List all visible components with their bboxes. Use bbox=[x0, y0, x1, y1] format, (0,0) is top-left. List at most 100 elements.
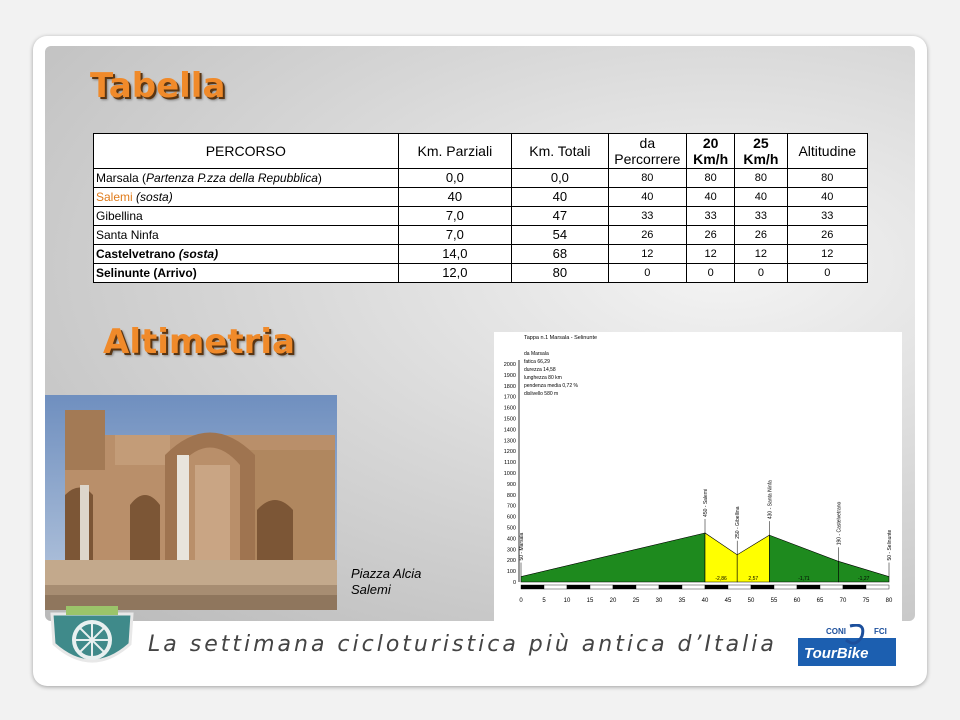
row-da-percorrere: 80 bbox=[607, 168, 688, 188]
y-tick-label: 2000 bbox=[504, 362, 516, 368]
scale-bar-segment bbox=[566, 584, 591, 590]
bike-club-logo bbox=[46, 606, 138, 672]
caption-place: Piazza Alcia bbox=[351, 566, 422, 581]
point-label: 190 - Castelvetrano bbox=[836, 501, 842, 545]
row-km-totali: 68 bbox=[511, 244, 609, 264]
gradient-label: 2,57 bbox=[748, 576, 758, 582]
row-km-parziali: 40 bbox=[397, 187, 513, 207]
stage-info-line: pendenza media 0,72 % bbox=[524, 383, 578, 389]
row-altitudine: 12 bbox=[786, 244, 869, 264]
y-tick-label: 900 bbox=[507, 482, 516, 488]
x-tick-label: 70 bbox=[840, 598, 847, 604]
row-da-percorrere: 26 bbox=[607, 225, 688, 245]
table-row: Castelvetrano (sosta) 14,0 68 12 12 12 1… bbox=[93, 244, 869, 264]
y-tick-label: 1500 bbox=[504, 417, 516, 423]
y-tick-label: 700 bbox=[507, 504, 516, 510]
scale-bar-segment bbox=[589, 584, 614, 590]
x-tick-label: 60 bbox=[794, 598, 801, 604]
scale-bar-segment bbox=[727, 584, 752, 590]
header-20kmh: 20 Km/h bbox=[686, 133, 736, 169]
row-km-parziali: 14,0 bbox=[397, 244, 513, 264]
scale-bar-segment bbox=[842, 584, 867, 590]
x-tick-label: 75 bbox=[863, 598, 870, 604]
point-label: 50 - Selinunte bbox=[887, 529, 893, 560]
scale-bar-segment bbox=[819, 584, 844, 590]
row-20kmh: 0 bbox=[686, 263, 736, 283]
row-25kmh: 80 bbox=[734, 168, 788, 188]
row-name-main: Castelvetrano bbox=[96, 247, 176, 261]
scale-bar-segment bbox=[773, 584, 798, 590]
row-km-totali: 47 bbox=[511, 206, 609, 226]
table-row: Gibellina 7,0 47 33 33 33 33 bbox=[93, 206, 869, 226]
stage-info-line: dislivello 580 m bbox=[524, 391, 558, 397]
x-tick-label: 20 bbox=[610, 598, 617, 604]
row-km-totali: 0,0 bbox=[511, 168, 609, 188]
row-name-main: Marsala bbox=[96, 171, 139, 185]
header-20: 20 bbox=[702, 135, 719, 151]
tagline: La settimana cicloturistica più antica d… bbox=[148, 632, 777, 657]
stage-info-line: lunghezza 80 km bbox=[524, 375, 562, 381]
y-tick-label: 500 bbox=[507, 526, 516, 532]
x-tick-label: 25 bbox=[633, 598, 640, 604]
y-tick-label: 1800 bbox=[504, 384, 516, 390]
row-altitudine: 26 bbox=[786, 225, 869, 245]
y-tick-label: 300 bbox=[507, 547, 516, 553]
scale-bar-segment bbox=[635, 584, 660, 590]
y-tick-label: 1200 bbox=[504, 449, 516, 455]
row-20kmh: 80 bbox=[686, 168, 736, 188]
logo-fci-text: FCI bbox=[874, 627, 887, 636]
table-row: Marsala (Partenza P.zza della Repubblica… bbox=[93, 168, 869, 188]
row-km-parziali: 7,0 bbox=[397, 225, 513, 245]
caption-city: Salemi bbox=[351, 582, 391, 597]
x-tick-label: 50 bbox=[748, 598, 755, 604]
row-25kmh: 33 bbox=[734, 206, 788, 226]
row-name: Gibellina bbox=[93, 206, 399, 226]
x-tick-label: 65 bbox=[817, 598, 824, 604]
row-name-note: Partenza P.zza della Repubblica bbox=[146, 171, 318, 185]
header-km-parziali: Km. Parziali bbox=[397, 133, 513, 169]
x-tick-label: 40 bbox=[702, 598, 709, 604]
y-tick-label: 1600 bbox=[504, 406, 516, 412]
row-name-main: Salemi bbox=[96, 190, 133, 204]
gradient-label: -1,71 bbox=[798, 576, 810, 582]
scale-bar-segment bbox=[520, 584, 545, 590]
tourbike-logo: CONI FCI TourBike bbox=[796, 623, 898, 668]
row-da-percorrere: 12 bbox=[607, 244, 688, 264]
row-da-percorrere: 0 bbox=[607, 263, 688, 283]
scale-bar-segment bbox=[658, 584, 683, 590]
y-tick-label: 100 bbox=[507, 569, 516, 575]
y-tick-label: 0 bbox=[513, 580, 516, 586]
point-label: 450 - Salemi bbox=[703, 489, 709, 517]
x-tick-label: 55 bbox=[771, 598, 778, 604]
header-20-unit: Km/h bbox=[693, 151, 729, 167]
header-25kmh: 25 Km/h bbox=[734, 133, 788, 169]
row-25kmh: 26 bbox=[734, 225, 788, 245]
route-table: PERCORSO Km. Parziali Km. Totali da Perco… bbox=[93, 133, 869, 283]
point-label: 250 - Gibellina bbox=[735, 506, 741, 538]
row-km-totali: 54 bbox=[511, 225, 609, 245]
x-tick-label: 5 bbox=[542, 598, 546, 604]
x-tick-label: 80 bbox=[886, 598, 893, 604]
row-da-percorrere: 33 bbox=[607, 206, 688, 226]
point-label: 430 - Santa Ninfa bbox=[767, 480, 773, 519]
header-25: 25 bbox=[753, 135, 769, 151]
logo-coni-text: CONI bbox=[826, 627, 846, 636]
table-row: Santa Ninfa 7,0 54 26 26 26 26 bbox=[93, 225, 869, 245]
x-tick-label: 45 bbox=[725, 598, 732, 604]
header-altitudine: Altitudine bbox=[786, 133, 869, 169]
x-tick-label: 10 bbox=[564, 598, 571, 604]
y-tick-label: 800 bbox=[507, 493, 516, 499]
row-name-sep: ( bbox=[138, 171, 147, 185]
row-20kmh: 26 bbox=[686, 225, 736, 245]
y-tick-label: 600 bbox=[507, 515, 516, 521]
profile-segment bbox=[704, 532, 738, 583]
row-20kmh: 40 bbox=[686, 187, 736, 207]
y-tick-label: 1900 bbox=[504, 373, 516, 379]
y-tick-label: 400 bbox=[507, 536, 516, 542]
stage-info-line: fatica 66,29 bbox=[524, 359, 550, 365]
scale-bar-segment bbox=[704, 584, 729, 590]
row-name: Salemi (sosta) bbox=[93, 187, 399, 207]
row-km-parziali: 0,0 bbox=[397, 168, 513, 188]
altimetry-title: Altimetria bbox=[103, 322, 295, 362]
tourbike-logo-icon: CONI FCI TourBike bbox=[796, 623, 898, 668]
